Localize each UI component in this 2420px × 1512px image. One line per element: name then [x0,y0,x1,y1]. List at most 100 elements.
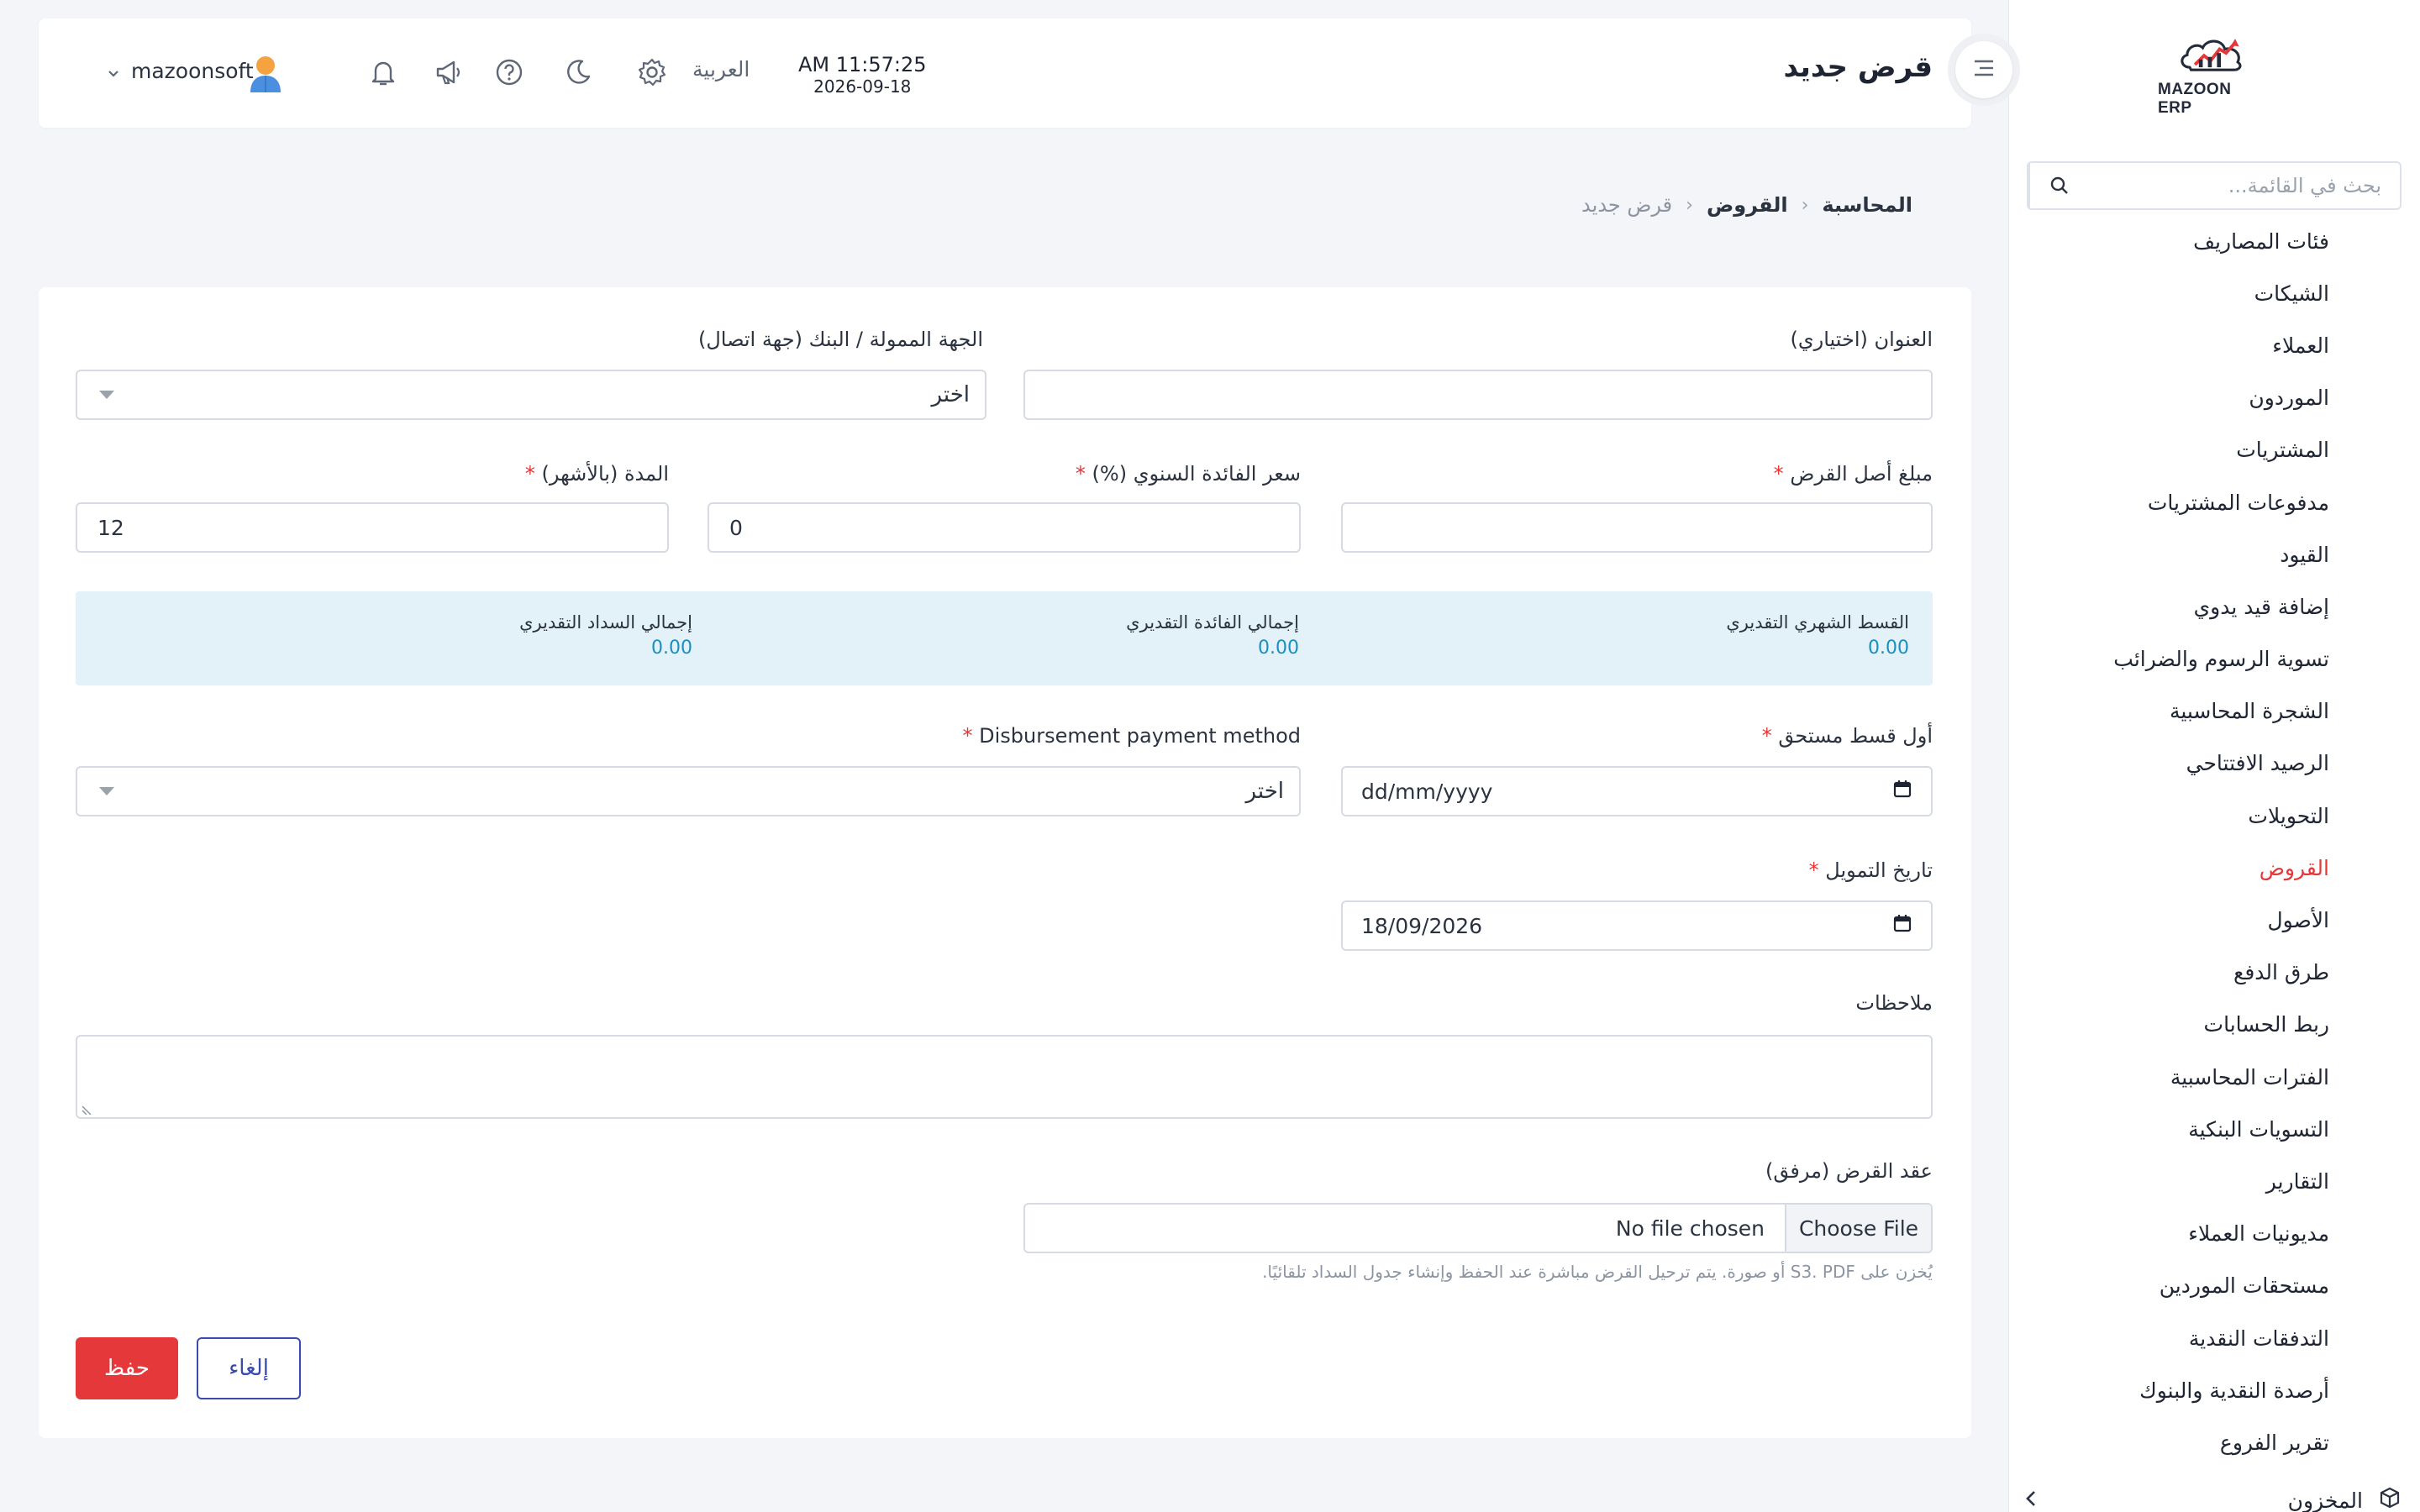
contract-label: عقد القرض (مرفق) [1765,1159,1933,1183]
sidebar-item[interactable]: مدفوعات المشتريات [2010,476,2329,528]
first-installment-label-text: أول قسط مستحق [1778,724,1933,748]
sidebar-item[interactable]: تقرير الفروع [2010,1416,2329,1468]
sidebar-search-input[interactable] [2089,163,2400,208]
principal-label-text: مبلغ أصل القرض [1790,462,1933,486]
rate-label: سعر الفائدة السنوي (%) * [1076,462,1301,486]
breadcrumb-accounting[interactable]: المحاسبة [1822,193,1912,217]
sidebar-item[interactable]: ربط الحسابات [2010,999,2329,1051]
first-installment-label: أول قسط مستحق * [1762,724,1933,748]
loan-form-card: العنوان (اختياري) الجهة الممولة / البنك … [39,287,1971,1438]
header-date: 2026-09-18 [813,76,912,97]
calendar-icon[interactable] [1892,913,1912,938]
summary-repayment-value: 0.00 [651,638,692,659]
summary-repayment: إجمالي السداد التقديري 0.00 [519,610,692,662]
sidebar-item[interactable]: فئات المصاريف [2010,215,2329,267]
chevron-down-icon [108,59,119,83]
sidebar-item[interactable]: طرق الدفع [2010,947,2329,999]
sidebar-item[interactable]: المشتريات [2010,424,2329,476]
summary-interest: إجمالي الفائدة التقديري 0.00 [1126,610,1299,662]
sidebar-toggle[interactable] [1948,34,2020,106]
term-label: المدة (بالأشهر) * [525,462,669,486]
user-menu[interactable]: mazoonsoft [108,59,254,83]
funding-date-label-text: تاريخ التمويل [1825,858,1933,882]
sidebar-item[interactable]: الرصيد الافتتاحي [2010,738,2329,790]
hamburger-icon [1971,58,1996,81]
sidebar-item[interactable]: التحويلات [2010,790,2329,842]
bell-icon[interactable] [365,54,402,91]
gear-icon[interactable] [634,54,671,91]
interest-rate-input[interactable] [708,502,1301,553]
notes-textarea[interactable] [76,1035,1933,1119]
sidebar-item[interactable]: التقارير [2010,1155,2329,1207]
title-input[interactable] [1023,370,1933,420]
sidebar-item[interactable]: الفترات المحاسبية [2010,1051,2329,1103]
funding-date-value: 18/09/2026 [1361,913,1483,938]
summary-repayment-label: إجمالي السداد التقديري [519,612,692,633]
funding-date-input[interactable]: 18/09/2026 [1341,900,1933,951]
search-icon[interactable] [2028,163,2089,208]
term-months-input[interactable] [76,502,669,553]
box-icon [2378,1486,2402,1512]
app-logo[interactable]: MAZOON ERP [2158,34,2267,118]
save-button[interactable]: حفظ [76,1337,178,1399]
calendar-icon[interactable] [1892,779,1912,804]
contract-file-input[interactable]: No file chosen Choose File [1023,1203,1933,1253]
disbursement-method-select[interactable]: اختر [76,766,1301,816]
term-label-text: المدة (بالأشهر) [541,462,669,486]
top-header: قرض جديد AM 11:57:25 2026-09-18 العربية … [39,18,1971,128]
sidebar-item[interactable]: العملاء [2010,319,2329,371]
sidebar: MAZOON ERP فئات المصاريف الشيكات العملاء… [2008,0,2420,1512]
sidebar-item[interactable]: إضافة قيد يدوي [2010,580,2329,633]
chevron-left-icon: ‹ [1686,194,1693,216]
summary-monthly-label: القسط الشهري التقديري [1726,612,1909,633]
megaphone-icon[interactable] [430,54,467,91]
logo-text: MAZOON ERP [2158,81,2232,117]
required-mark: * [1808,858,1819,882]
choose-file-button[interactable]: Choose File [1785,1205,1931,1252]
language-switch[interactable]: العربية [692,57,750,81]
sidebar-item[interactable]: القيود [2010,528,2329,580]
contract-hint: يُخزن على S3. PDF أو صورة. يتم ترحيل الق… [1262,1262,1933,1282]
disbursement-label: Disbursement payment method * [963,724,1302,748]
resize-handle-icon[interactable] [81,1102,92,1116]
sidebar-item[interactable]: الأصول [2010,894,2329,946]
page-title: قرض جديد [1783,50,1933,84]
file-status: No file chosen [1615,1215,1765,1241]
first-installment-date[interactable]: dd/mm/yyyy [1341,766,1933,816]
principal-label: مبلغ أصل القرض * [1774,462,1933,486]
cancel-button[interactable]: إلغاء [197,1337,301,1399]
header-clock: AM 11:57:25 2026-09-18 [798,52,927,96]
chevron-left-icon [2023,1488,2039,1512]
funding-date-label: تاريخ التمويل * [1809,858,1933,882]
sidebar-item[interactable]: الموردون [2010,372,2329,424]
breadcrumb-loans[interactable]: القروض [1707,193,1788,217]
rate-label-text: سعر الفائدة السنوي (%) [1092,462,1301,486]
sidebar-item[interactable]: الشيكات [2010,267,2329,319]
sidebar-item[interactable]: مستحقات الموردين [2010,1260,2329,1312]
sidebar-item-loans[interactable]: القروض [2010,842,2329,894]
sidebar-group-inventory[interactable]: المخزون [2023,1477,2402,1512]
sidebar-nav: فئات المصاريف الشيكات العملاء الموردون ا… [2010,215,2329,1469]
chevron-left-icon: ‹ [1801,194,1809,216]
sidebar-item[interactable]: مديونيات العملاء [2010,1208,2329,1260]
required-mark: * [1761,724,1772,748]
help-icon[interactable] [491,54,528,91]
sidebar-item[interactable]: التسويات البنكية [2010,1103,2329,1155]
summary-interest-value: 0.00 [1258,638,1299,659]
sidebar-item[interactable]: الشجرة المحاسبية [2010,685,2329,738]
logo-icon [2181,39,2242,71]
summary-monthly-value: 0.00 [1868,638,1909,659]
principal-input[interactable] [1341,502,1933,553]
lender-select[interactable]: اختر [76,370,986,420]
sidebar-item[interactable]: التدفقات النقدية [2010,1312,2329,1364]
header-time: AM 11:57:25 [798,53,927,76]
caret-down-icon [99,391,114,399]
first-installment-value: dd/mm/yyyy [1361,779,1493,804]
required-mark: * [1773,462,1784,486]
disbursement-label-text: Disbursement payment method [979,724,1301,748]
sidebar-item[interactable]: تسوية الرسوم والضرائب [2010,633,2329,685]
breadcrumb: المحاسبة ‹ القروض ‹ قرض جديد [1581,193,1912,217]
username-label: mazoonsoft [131,59,254,83]
sidebar-item[interactable]: أرصدة النقدية والبنوك [2010,1364,2329,1416]
moon-icon[interactable] [560,54,597,91]
